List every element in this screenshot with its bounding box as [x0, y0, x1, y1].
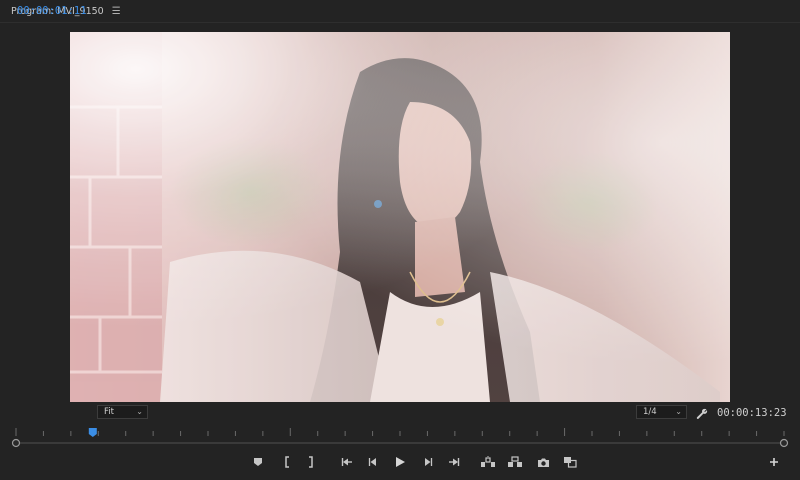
add-marker-button[interactable]	[248, 452, 268, 472]
plus-icon	[770, 458, 778, 466]
program-viewer[interactable]	[70, 32, 730, 402]
title-divider	[0, 22, 800, 23]
settings-wrench-icon[interactable]	[696, 405, 708, 419]
go-to-in-icon	[341, 458, 352, 466]
go-to-in-button[interactable]	[337, 452, 357, 472]
add-marker-icon	[254, 458, 262, 466]
button-editor-button[interactable]	[764, 452, 784, 472]
lift-button[interactable]	[478, 452, 498, 472]
mark-in-icon	[285, 456, 289, 468]
comparison-view-icon	[564, 457, 577, 468]
program-monitor-panel: Program: MVI_9150 ☰ 00:00:01:11 Fit ⌄ 1/…	[0, 0, 800, 480]
time-ruler-graphic	[11, 428, 789, 448]
go-to-out-button[interactable]	[444, 452, 464, 472]
comparison-view-button[interactable]	[560, 452, 580, 472]
export-frame-button[interactable]	[533, 452, 553, 472]
export-frame-icon	[537, 458, 549, 467]
lift-icon	[481, 456, 495, 467]
duration-timecode: 00:00:13:23	[717, 407, 787, 419]
zoom-level-select[interactable]: Fit ⌄	[97, 405, 148, 419]
zoom-level-value: Fit	[104, 407, 114, 417]
playback-resolution-select[interactable]: 1/4 ⌄	[636, 405, 687, 419]
step-forward-icon	[425, 458, 433, 466]
extract-icon	[508, 456, 522, 467]
play-button[interactable]	[390, 452, 410, 472]
playback-resolution-value: 1/4	[643, 407, 657, 417]
chevron-down-icon: ⌄	[136, 407, 143, 416]
range-end-handle	[779, 438, 789, 448]
step-back-button[interactable]	[363, 452, 383, 472]
extract-button[interactable]	[505, 452, 525, 472]
step-back-icon	[368, 458, 376, 466]
panel-titlebar: Program: MVI_9150 ☰	[0, 0, 800, 22]
hamburger-menu-icon[interactable]: ☰	[112, 6, 121, 17]
step-forward-button[interactable]	[418, 452, 438, 472]
range-start-handle	[11, 438, 21, 448]
current-timecode[interactable]: 00:00:01:11	[17, 5, 87, 17]
mark-out-icon	[309, 456, 313, 468]
chevron-down-icon: ⌄	[675, 407, 682, 416]
play-icon	[396, 457, 405, 467]
playhead	[88, 428, 97, 437]
transport-controls	[0, 452, 800, 474]
mark-out-button[interactable]	[301, 452, 321, 472]
mark-in-button[interactable]	[277, 452, 297, 472]
video-frame	[70, 32, 730, 402]
time-ruler[interactable]	[10, 426, 790, 448]
go-to-out-icon	[449, 458, 460, 466]
